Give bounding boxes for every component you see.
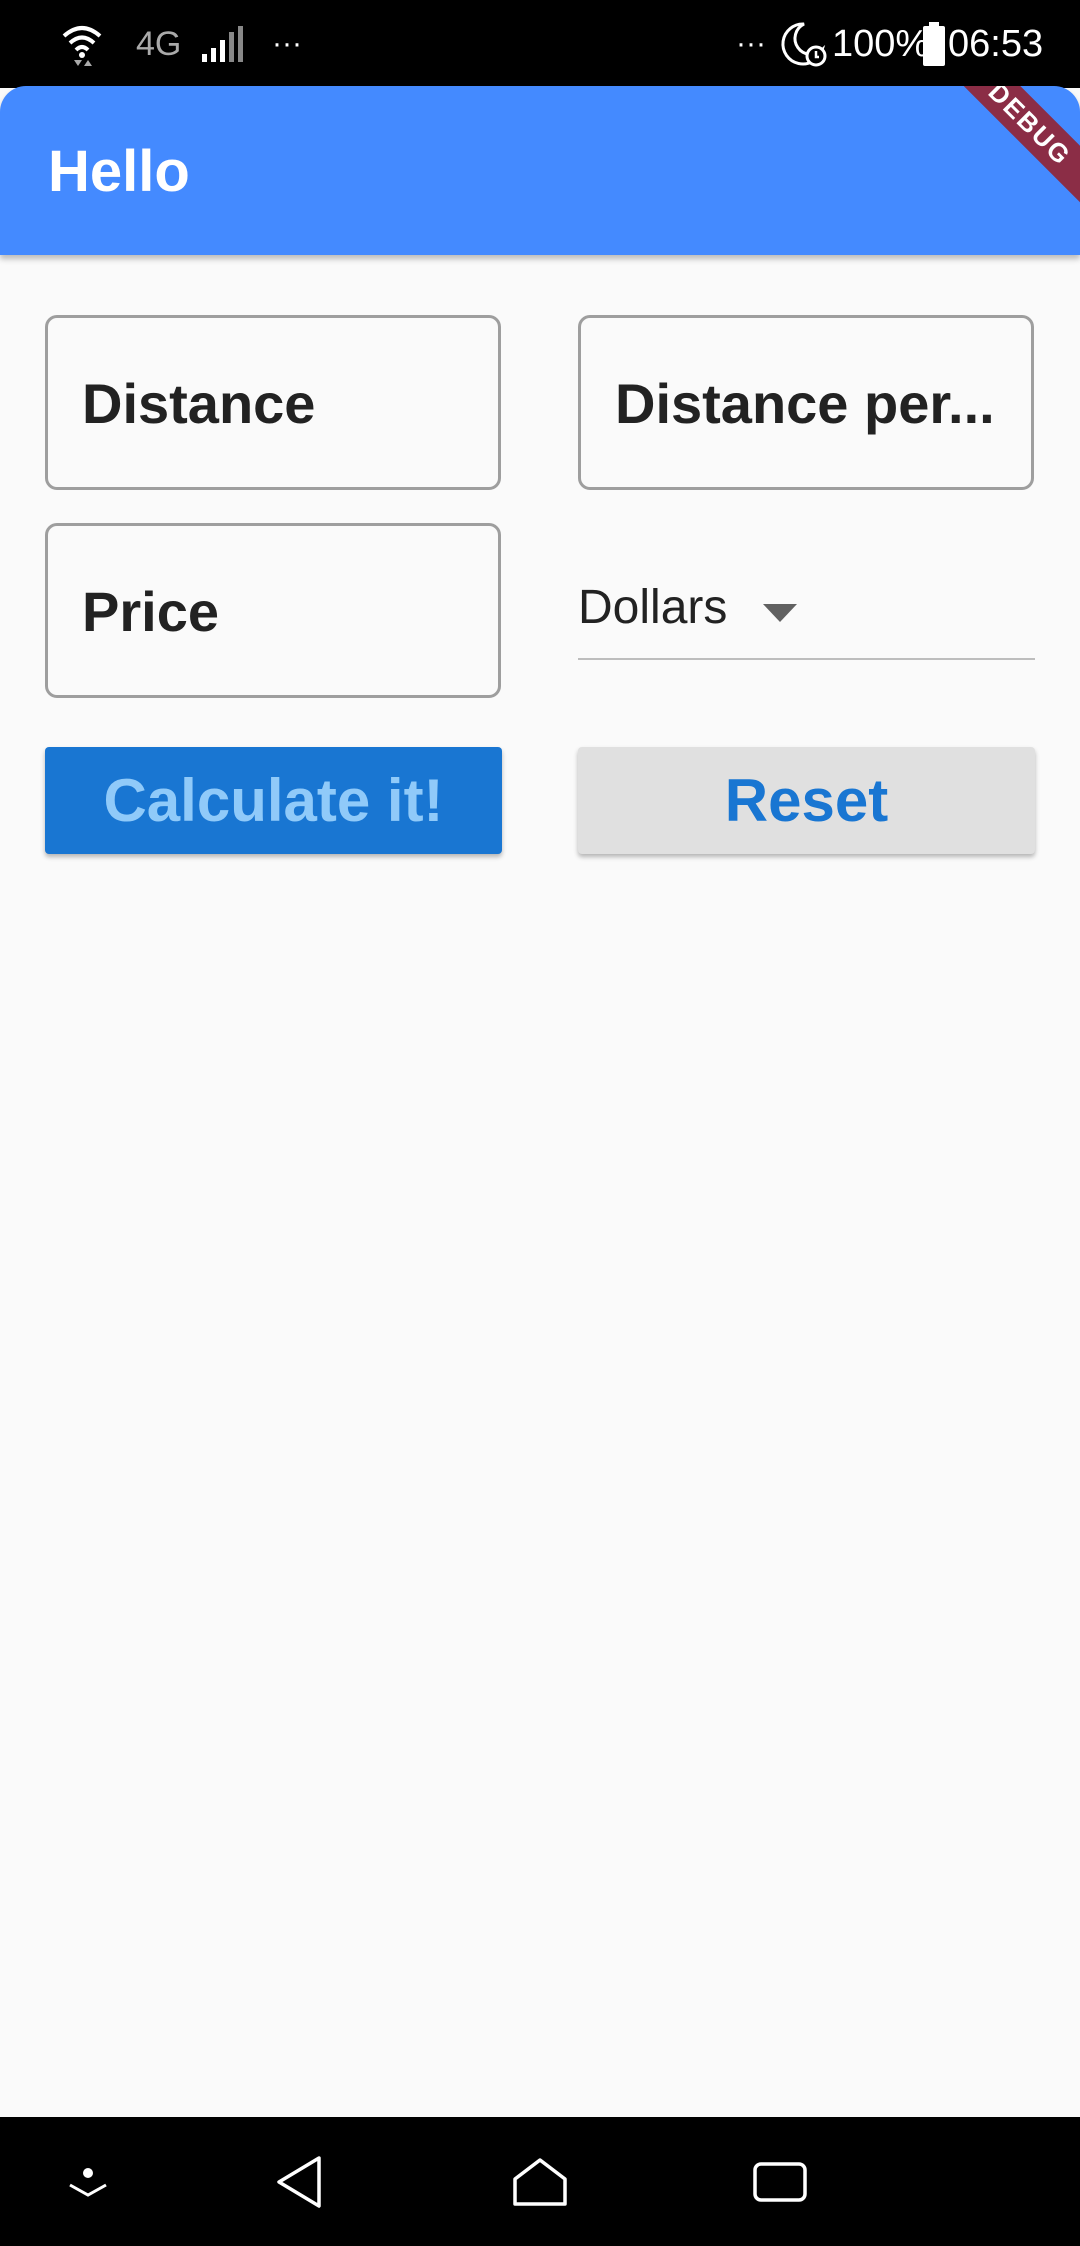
network-type-label: 4G: [136, 25, 182, 63]
nav-recents-button[interactable]: [710, 2117, 850, 2246]
status-more-right: ···: [736, 27, 766, 60]
do-not-disturb-icon: [781, 22, 827, 67]
system-nav-bar: [0, 2117, 1080, 2246]
currency-selected-value: Dollars: [578, 581, 728, 634]
price-field-label: Price: [82, 580, 219, 643]
recents-icon: [753, 2161, 807, 2202]
distance-field[interactable]: Distance: [45, 315, 501, 490]
home-icon: [513, 2157, 567, 2206]
status-more-left: ···: [272, 27, 302, 60]
nav-collapse-button[interactable]: [18, 2117, 158, 2246]
signal-icon: [202, 26, 243, 62]
dropdown-arrow-icon: [763, 604, 797, 622]
back-icon: [277, 2155, 321, 2208]
status-bar: 4G ··· ··· 100% 06:53: [0, 0, 1080, 88]
currency-dropdown[interactable]: Dollars: [578, 560, 1035, 660]
distance-field-label: Distance: [82, 372, 316, 435]
app-bar: Hello DEBUG: [0, 86, 1080, 255]
reset-button[interactable]: Reset: [578, 747, 1035, 854]
battery-percent: 100%: [832, 23, 930, 65]
nav-back-button[interactable]: [230, 2117, 370, 2246]
page-title: Hello: [48, 139, 190, 204]
battery-icon: [923, 22, 945, 66]
price-field[interactable]: Price: [45, 523, 501, 698]
nav-home-button[interactable]: [470, 2117, 610, 2246]
wifi-icon: [62, 26, 102, 66]
calculate-button[interactable]: Calculate it!: [45, 747, 502, 854]
distance-per-field-label: Distance per...: [615, 372, 995, 435]
collapse-icon: [69, 2167, 107, 2197]
distance-per-field[interactable]: Distance per...: [578, 315, 1034, 490]
clock: 06:53: [948, 23, 1044, 65]
debug-banner: DEBUG: [938, 86, 1080, 216]
